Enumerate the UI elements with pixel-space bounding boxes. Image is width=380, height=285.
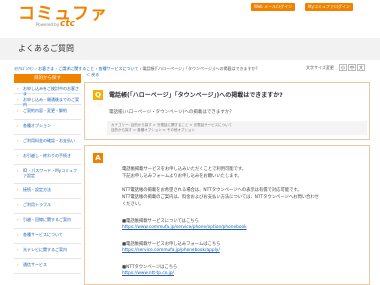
webmail-login-button[interactable]: Web メールログイン — [251, 3, 295, 11]
sidebar-item[interactable]: › 引越・回線に関するご案内 — [14, 215, 81, 229]
sidebar-item-label: 光テレビに関するご案内 — [23, 247, 67, 252]
sidebar-item[interactable]: › ID・パスワード・Myコミュファ設定 — [14, 166, 81, 184]
answer-mark-icon: A — [93, 153, 103, 163]
sidebar-item[interactable]: › 光テレビに関するご案内 — [14, 245, 81, 259]
section-title: ■電話帳掲載サービスお申し込みフォームはこちら — [122, 242, 221, 247]
answer-box: A 電話帳掲載サービスをお申し込みいただくことで利用可能です。 下記お申し込みフ… — [84, 145, 370, 285]
answer-text: NTT電話帳の掲載のご案内は、料金およびお支払い方法については、NTTタウンペー… — [122, 195, 319, 200]
my-commufa-login-button[interactable]: Myコミュファログイン — [305, 3, 353, 11]
section-title: ■電話帳掲載サービスについてはこちら — [122, 219, 199, 224]
answer-text: 電話帳掲載サービスをお申し込みいただくことで利用可能です。 — [122, 167, 247, 172]
question-title: 電話帳(「ハローページ」「タウンページ」)への掲載はできますか? — [109, 92, 283, 99]
arrow-right-icon: › — [17, 262, 19, 267]
question-box: Q 電話帳(「ハローページ」「タウンページ」)への掲載はできますか? 電話帳(ハ… — [84, 82, 370, 140]
breadcrumb-level2[interactable]: お客さま › ご請求に関すること — [38, 66, 94, 71]
site-header: コミュファ Powered by ctc Web メールログイン Myコミュファ… — [0, 0, 380, 29]
sidebar-item-label: 各種オプション — [23, 123, 51, 128]
arrow-right-icon: › — [17, 153, 19, 158]
arrow-right-icon: › — [17, 232, 19, 237]
font-size-label: 文字サイズ変更 — [306, 65, 334, 70]
sidebar-item-label: お引越し・終わりの手続き — [23, 153, 71, 158]
answer-text: ください。 — [122, 202, 144, 207]
sidebar-item[interactable]: › ご契約内容・変更・解約 — [14, 106, 81, 120]
sidebar-item[interactable]: › 各種サービスについて — [14, 230, 81, 244]
sidebar-item[interactable]: › お申し込み・開通後までのご案内 — [14, 95, 81, 107]
sidebar-item[interactable]: › 接続・設定方法 — [14, 185, 81, 199]
ntt-townpage-link[interactable]: https://www.ntt-tp.co.jp/ — [122, 271, 174, 276]
breadcrumb: ﾖｸｱﾙｺﾞｼﾂﾓﾝ › お客さま › ご請求に関すること › 各種サービスにつ… — [14, 66, 258, 72]
sidebar-item[interactable]: › ご利用トラブル — [14, 200, 81, 214]
phonebook-service-link[interactable]: https://www.commufa.jp/service/phone/opt… — [122, 225, 247, 230]
sidebar-item-label: 接続・設定方法 — [23, 187, 51, 192]
sidebar-item[interactable]: › 通信サービス — [14, 260, 81, 274]
arrow-right-icon: › — [17, 86, 19, 91]
arrow-right-icon: › — [17, 247, 19, 252]
arrow-right-icon: › — [17, 97, 19, 102]
font-size-large-button[interactable]: 大 — [357, 64, 365, 71]
breadcrumb-level3[interactable]: 各種サービスについて — [98, 66, 138, 71]
arrow-right-icon: › — [17, 202, 19, 207]
arrow-right-icon: › — [17, 108, 19, 113]
category-line[interactable]: 目的から探す > 各種オプション > その他オプション — [111, 128, 363, 133]
section-title: ■NTTタウンページはこちら — [122, 265, 178, 270]
logo-powered-text: Powered by — [36, 22, 60, 27]
sidebar-item-label: 各種サービスについて — [23, 232, 63, 237]
sidebar-item[interactable]: › お引越し・終わりの手続き — [14, 151, 81, 165]
sidebar: 目的から探す › お申し込みをご検討中のお客さま › お申し込み・開通後までのご案内… — [14, 74, 81, 285]
sidebar-item-label: ご利用料金の確認・お支払い — [23, 138, 75, 143]
ctc-logo: ctc — [60, 19, 75, 29]
question-subtitle: 電話帳(ハローページ・タウンページ)への掲載はできますか? — [109, 110, 232, 115]
font-size-medium-button[interactable]: 中 — [348, 64, 356, 71]
arrow-right-icon: › — [17, 187, 19, 192]
sidebar-item-label: 引越・回線に関するご案内 — [23, 217, 71, 222]
answer-text: 下記お申し込みフォームよりお申し込みをお願いいたします。 — [122, 174, 242, 179]
question-mark-icon: Q — [93, 90, 103, 100]
sidebar-item-label: ご契約内容・変更・解約 — [23, 108, 67, 113]
breadcrumb-current: 電話帳(「ハローページ」「タウンページ」)への掲載はできますか? — [142, 66, 258, 71]
sidebar-item-label: ID・パスワード・Myコミュファ設定 — [23, 168, 78, 178]
sidebar-item-label: 通信サービス — [23, 262, 47, 267]
font-size-small-button[interactable]: 小 — [339, 64, 347, 71]
sidebar-heading: 目的から探す — [14, 74, 81, 83]
arrow-right-icon: › — [17, 168, 19, 173]
sidebar-item[interactable]: › お申し込みをご検討中のお客さま — [14, 84, 81, 96]
arrow-right-icon: › — [17, 217, 19, 222]
answer-text: NTT電話帳の掲載をお希望される場合は、NTTタウンページへの表示は有償で対応可… — [122, 188, 302, 193]
arrow-right-icon: › — [17, 123, 19, 128]
arrow-right-icon: › — [17, 138, 19, 143]
breadcrumb-home[interactable]: ﾖｸｱﾙｺﾞｼﾂﾓﾝ — [14, 66, 34, 71]
page-title: よくあるご質問 — [18, 44, 74, 53]
sidebar-item-label: ご利用トラブル — [23, 202, 51, 207]
sidebar-item[interactable]: › 各種オプション — [14, 121, 81, 135]
back-link[interactable]: ＜ 戻る — [86, 72, 99, 78]
phonebook-apply-link[interactable]: https://service.commufa.jp/phonebook/app… — [122, 248, 220, 253]
category-box: カテゴリー: 目的から探す > 光電話に関すること > 光電話サービスについて … — [107, 121, 367, 135]
sidebar-item[interactable]: › ご利用料金の確認・お支払い — [14, 136, 81, 150]
